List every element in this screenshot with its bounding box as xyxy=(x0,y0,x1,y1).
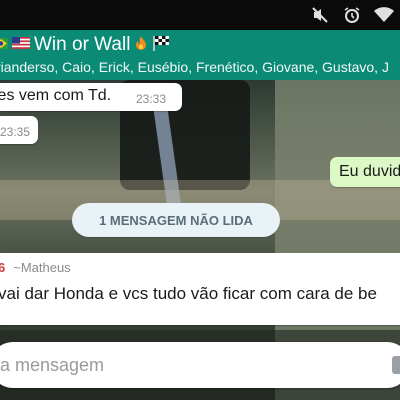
message-text: vai dar Honda e vcs tudo vão ficar com c… xyxy=(0,284,377,303)
message-sender[interactable]: 6 ~Matheus xyxy=(0,260,71,275)
chat-header[interactable]: Win or Wall rianderso, Caio, Erick, Eusé… xyxy=(0,30,400,80)
message-bubble-incoming[interactable]: 23:35 xyxy=(0,116,38,144)
status-bar xyxy=(0,0,400,30)
message-bubble-incoming[interactable]: les vem com Td. 23:33 xyxy=(0,83,182,111)
participants-list: rianderso, Caio, Erick, Eusébio, Frenéti… xyxy=(0,59,389,75)
chat-title: Win or Wall xyxy=(34,34,131,55)
message-time: 23:33 xyxy=(136,92,167,106)
message-text: les vem com Td. xyxy=(0,87,112,104)
message-text: Eu duvid xyxy=(339,163,400,180)
sender-phone: 6 xyxy=(0,260,6,275)
flag-usa-icon xyxy=(12,36,30,54)
message-time: 23:35 xyxy=(0,125,31,139)
message-input[interactable] xyxy=(0,350,380,380)
flag-brazil-icon xyxy=(0,36,8,54)
message-composer[interactable] xyxy=(0,342,400,388)
unread-messages-banner: 1 MENSAGEM NÃO LIDA xyxy=(72,203,280,237)
fire-icon xyxy=(134,35,148,56)
sender-name: ~Matheus xyxy=(13,260,71,275)
message-bubble-outgoing[interactable]: Eu duvid xyxy=(330,157,400,187)
message-bubble-unread[interactable]: 6 ~Matheus vai dar Honda e vcs tudo vão f… xyxy=(0,253,400,325)
checkered-flag-icon xyxy=(152,35,170,56)
attach-icon[interactable] xyxy=(390,354,400,376)
chat-title-row: Win or Wall xyxy=(0,33,170,57)
mute-icon xyxy=(310,5,330,25)
wifi-icon xyxy=(374,5,394,25)
alarm-icon xyxy=(342,5,362,25)
